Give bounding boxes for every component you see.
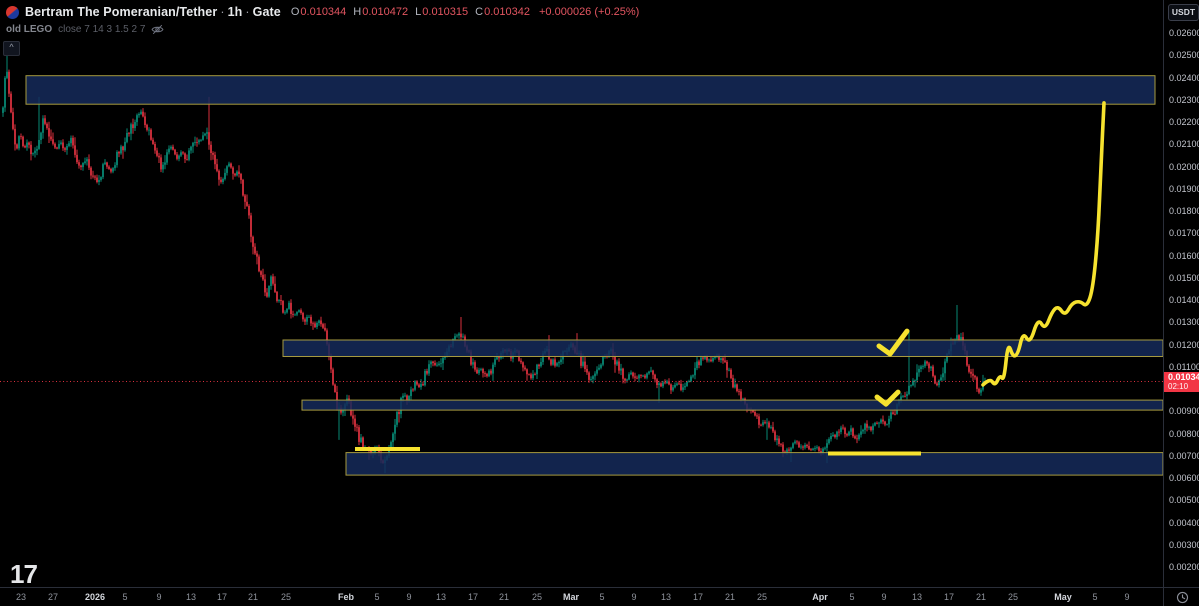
time-tick-label: 5 [374, 592, 379, 602]
time-tick-label: 25 [757, 592, 767, 602]
indicator-name: old LEGO [6, 24, 52, 35]
candle-countdown: 02:10 [1168, 382, 1199, 391]
time-tick-major: 2026 [85, 592, 105, 602]
price-tick-label: 0.004000 [1169, 518, 1199, 528]
time-tick-major: May [1054, 592, 1072, 602]
price-tick-label: 0.016000 [1169, 251, 1199, 261]
low-value: 0.010315 [422, 6, 468, 18]
price-tick-label: 0.022000 [1169, 117, 1199, 127]
timezone-clock-icon [1176, 591, 1189, 604]
time-tick-label: 17 [693, 592, 703, 602]
time-tick-label: 25 [281, 592, 291, 602]
time-tick-label: 21 [248, 592, 258, 602]
price-tick-label: 0.018000 [1169, 206, 1199, 216]
high-value: 0.010472 [362, 6, 408, 18]
time-tick-major: Apr [812, 592, 828, 602]
time-tick-label: 9 [406, 592, 411, 602]
close-value: 0.010342 [484, 6, 530, 18]
price-tick-label: 0.023000 [1169, 95, 1199, 105]
axis-corner[interactable] [1163, 587, 1199, 606]
time-tick-label: 13 [436, 592, 446, 602]
time-tick-label: 5 [122, 592, 127, 602]
time-tick-label: 21 [499, 592, 509, 602]
time-tick-label: 21 [725, 592, 735, 602]
price-tick-label: 0.019000 [1169, 184, 1199, 194]
change-value: +0.000026 (+0.25%) [539, 6, 639, 18]
price-tick-label: 0.002000 [1169, 562, 1199, 572]
currency-toggle-button[interactable]: USDT [1168, 4, 1199, 21]
price-tick-label: 0.005000 [1169, 495, 1199, 505]
trading-chart-app: 17 Bertram The Pomeranian/Tether·1h·Gate… [0, 0, 1199, 606]
time-tick-label: 13 [912, 592, 922, 602]
price-tick-label: 0.025000 [1169, 50, 1199, 60]
supply-demand-zones[interactable] [26, 76, 1163, 475]
last-price-tag: 0.010342 02:10 [1164, 372, 1199, 392]
open-value: 0.010344 [300, 6, 346, 18]
chart-canvas[interactable] [0, 0, 1163, 588]
time-tick-label: 25 [1008, 592, 1018, 602]
time-tick-label: 5 [849, 592, 854, 602]
low-label: L [415, 6, 421, 18]
ohlc-values: O0.010344 H0.010472 L0.010315 C0.010342 … [291, 6, 639, 18]
time-tick-label: 9 [156, 592, 161, 602]
indicator-params: close 7 14 3 1.5 2 7 [58, 24, 145, 35]
eye-off-icon[interactable] [151, 23, 164, 36]
price-tick-label: 0.007000 [1169, 451, 1199, 461]
pane-collapse-button[interactable]: ^ [3, 41, 20, 56]
price-tick-label: 0.024000 [1169, 73, 1199, 83]
indicator-row: old LEGO close 7 14 3 1.5 2 7 [6, 22, 164, 36]
time-tick-label: 5 [1092, 592, 1097, 602]
price-tick-label: 0.006000 [1169, 473, 1199, 483]
open-label: O [291, 6, 300, 18]
chart-legend: Bertram The Pomeranian/Tether·1h·Gate O0… [6, 3, 639, 21]
price-tick-label: 0.009000 [1169, 406, 1199, 416]
price-tick-label: 0.021000 [1169, 139, 1199, 149]
time-tick-label: 9 [1124, 592, 1129, 602]
time-tick-label: 13 [661, 592, 671, 602]
price-axis[interactable]: USDT 0.010342 02:10 0.026000 0.025000 0.02… [1163, 0, 1199, 606]
time-tick-major: Mar [563, 592, 579, 602]
price-tick-label: 0.011000 [1169, 362, 1199, 372]
time-tick-label: 17 [468, 592, 478, 602]
time-tick-label: 9 [631, 592, 636, 602]
time-tick-label: 17 [217, 592, 227, 602]
time-tick-label: 21 [976, 592, 986, 602]
price-tick-label: 0.014000 [1169, 295, 1199, 305]
symbol-logo-icon [6, 6, 19, 19]
time-tick-label: 17 [944, 592, 954, 602]
price-tick-label: 0.017000 [1169, 228, 1199, 238]
time-tick-label: 25 [532, 592, 542, 602]
price-tick-label: 0.003000 [1169, 540, 1199, 550]
separator: · [242, 5, 252, 19]
time-tick-label: 9 [881, 592, 886, 602]
high-label: H [353, 6, 361, 18]
last-price-value: 0.010342 [1168, 372, 1199, 382]
price-tick-label: 0.013000 [1169, 317, 1199, 327]
exchange-label: Gate [253, 5, 281, 19]
time-tick-label: 23 [16, 592, 26, 602]
symbol-title[interactable]: Bertram The Pomeranian/Tether·1h·Gate [25, 5, 281, 19]
price-tick-label: 0.012000 [1169, 340, 1199, 350]
price-tick-label: 0.008000 [1169, 429, 1199, 439]
close-label: C [475, 6, 483, 18]
price-tick-label: 0.026000 [1169, 28, 1199, 38]
time-tick-label: 5 [599, 592, 604, 602]
separator: · [217, 5, 227, 19]
symbol-name: Bertram The Pomeranian/Tether [25, 5, 217, 19]
time-tick-label: 13 [186, 592, 196, 602]
time-tick-major: Feb [338, 592, 354, 602]
interval-label[interactable]: 1h [228, 5, 243, 19]
time-tick-label: 27 [48, 592, 58, 602]
price-tick-label: 0.015000 [1169, 273, 1199, 283]
price-tick-label: 0.020000 [1169, 162, 1199, 172]
time-axis[interactable]: 23 27 2026 5 9 13 17 21 25 Feb 5 9 13 17 21 25 Mar 5 9 13 17… [0, 587, 1163, 606]
